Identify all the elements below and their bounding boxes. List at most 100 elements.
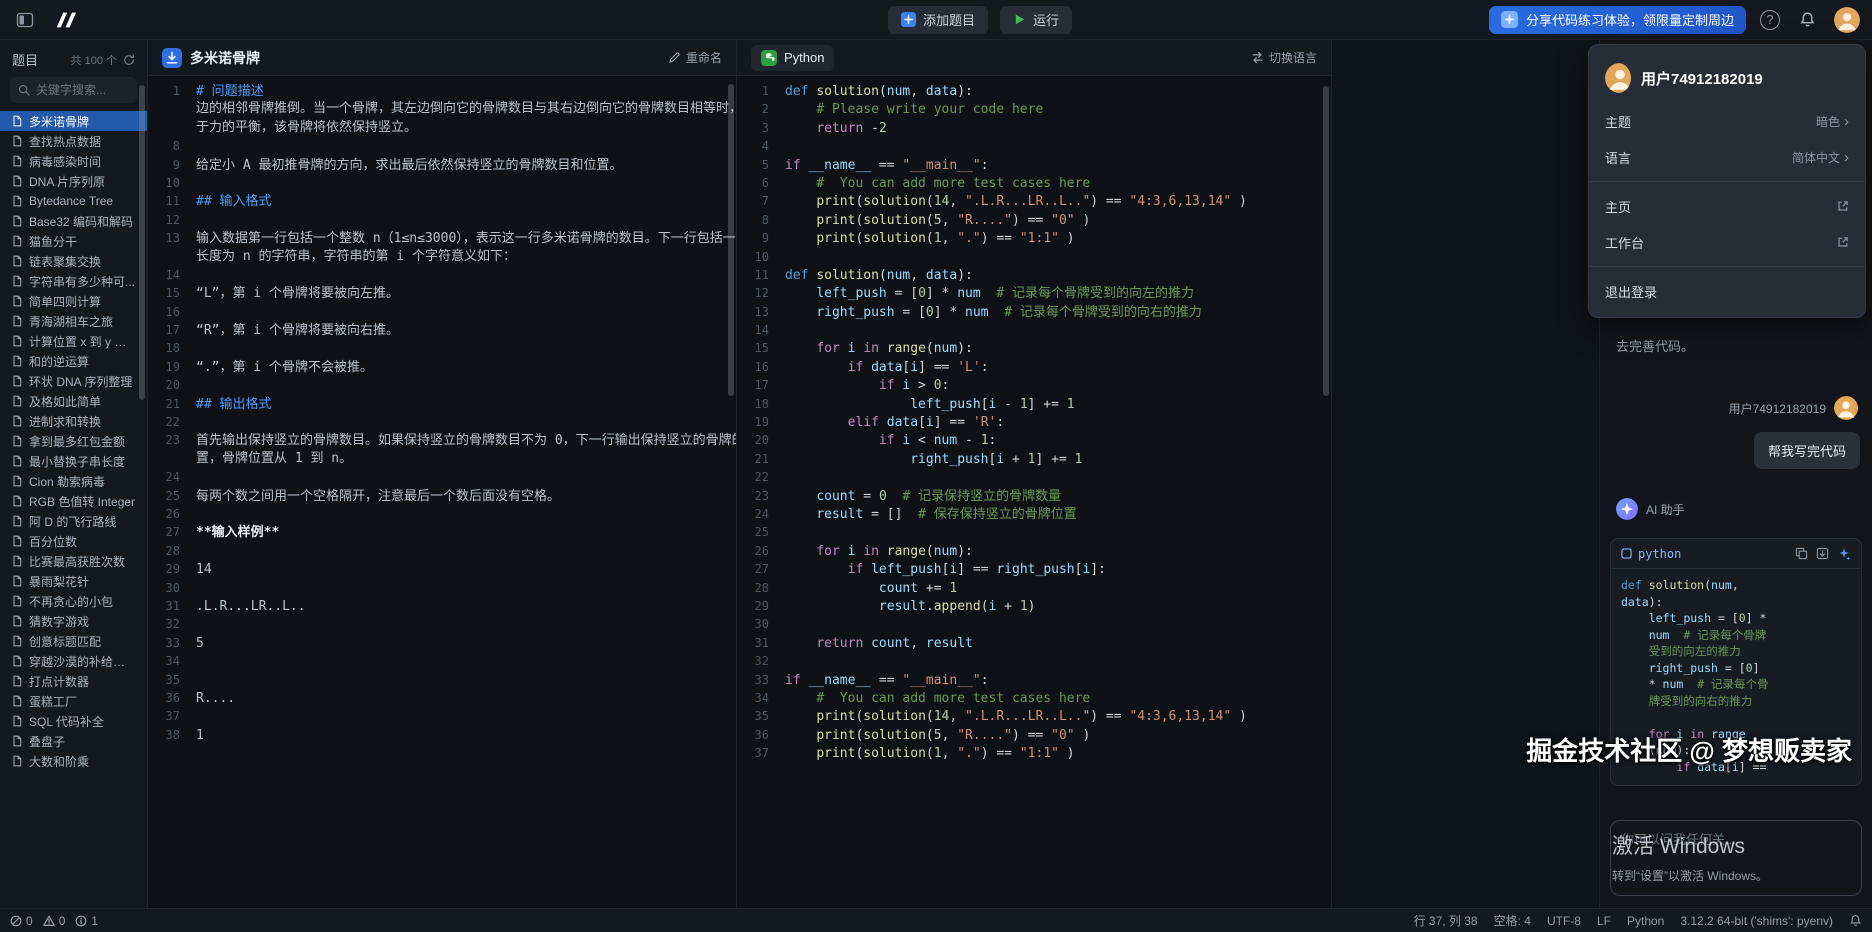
sidebar-item-label: 及格如此简单 [29, 393, 101, 410]
interpreter-info[interactable]: 3.12.2 64-bit ('shims': pyenv) [1680, 914, 1833, 928]
sidebar-item[interactable]: 及格如此简单 [0, 391, 147, 411]
errors-status[interactable]: 0 [10, 914, 33, 928]
sidebar-item[interactable]: 链表聚集交换 [0, 251, 147, 271]
line-number: 17 [148, 321, 196, 339]
indentation-setting[interactable]: 空格: 4 [1494, 912, 1531, 929]
description-line: 21## 输出格式 [148, 395, 736, 413]
sidebar-item-label: Base32 编码和解码 [29, 213, 133, 230]
scrollbar-thumb[interactable] [728, 84, 734, 396]
share-banner[interactable]: 分享代码练习体验，领限量定制周边 [1489, 6, 1746, 34]
description-editor[interactable]: 1# 问题描述边的相邻骨牌推倒。当一个骨牌，其左边倒向它的骨牌数目与其右边倒向它… [148, 76, 736, 908]
sidebar-item-label: 和的逆运算 [29, 353, 89, 370]
error-icon [10, 915, 22, 927]
sidebar-item-label: 猫鱼分干 [29, 233, 77, 250]
document-icon [11, 535, 23, 547]
line-number: 10 [148, 174, 196, 192]
sidebar-item[interactable]: 比赛最高获胜次数 [0, 551, 147, 571]
bell-icon[interactable] [1849, 914, 1862, 927]
line-number: 6 [737, 174, 785, 192]
sidebar-item[interactable]: 暴雨梨花针 [0, 571, 147, 591]
insert-code-icon[interactable] [1816, 547, 1829, 560]
sidebar-item[interactable]: 穿越沙漠的补给次数 [0, 651, 147, 671]
sidebar-item[interactable]: 叠盘子 [0, 731, 147, 751]
document-icon [11, 355, 23, 367]
sidebar-item[interactable]: Cion 勒索病毒 [0, 471, 147, 491]
chat-user-avatar [1834, 396, 1860, 420]
add-problem-button[interactable]: 添加题目 [888, 6, 988, 34]
chat-input[interactable] [1621, 829, 1851, 887]
sidebar-item[interactable]: 字符串有多少种可... [0, 271, 147, 291]
sidebar-item[interactable]: 不再贪心的小包 [0, 591, 147, 611]
ai-code-line: 受到的向左的推力 [1621, 643, 1851, 660]
switch-language-button[interactable]: 切换语言 [1251, 49, 1317, 66]
sidebar-item-label: 猜数字游戏 [29, 613, 89, 630]
menu-item-theme[interactable]: 主题 暗色› [1589, 103, 1865, 139]
sidebar-item[interactable]: 青海湖相车之旅 [0, 311, 147, 331]
warnings-status[interactable]: 0 [43, 914, 66, 928]
user-dropdown-menu: 用户74912182019 主题 暗色› 语言 简体中文› 主页 工作台 退出登… [1588, 44, 1866, 318]
search-input[interactable] [36, 83, 129, 97]
sidebar-item[interactable]: 百分位数 [0, 531, 147, 551]
ai-code-line: (num): [1621, 742, 1851, 759]
logo-icon [50, 9, 80, 31]
help-button[interactable]: ? [1760, 10, 1780, 30]
menu-item-home[interactable]: 主页 [1589, 188, 1865, 224]
menu-item-logout[interactable]: 退出登录 [1589, 273, 1865, 309]
sidebar-item[interactable]: 蛋糕工厂 [0, 691, 147, 711]
sidebar-item[interactable]: 查找热点数据 [0, 131, 147, 151]
sidebar-item[interactable]: Base32 编码和解码 [0, 211, 147, 231]
description-line: 32 [148, 615, 736, 633]
eol-setting[interactable]: LF [1597, 914, 1611, 928]
play-icon [1013, 13, 1026, 26]
sidebar-item[interactable]: 打点计数器 [0, 671, 147, 691]
sidebar-item[interactable]: SQL 代码补全 [0, 711, 147, 731]
refresh-icon[interactable] [123, 54, 135, 66]
sidebar-item-label: 打点计数器 [29, 673, 89, 690]
language-mode[interactable]: Python [1627, 914, 1664, 928]
document-icon [11, 115, 23, 127]
run-button[interactable]: 运行 [1000, 6, 1072, 34]
sidebar-item[interactable]: 最小替换子串长度 [0, 451, 147, 471]
encoding-setting[interactable]: UTF-8 [1547, 914, 1581, 928]
scrollbar-thumb[interactable] [139, 85, 145, 400]
ai-code-line: * num # 记录每个骨 [1621, 676, 1851, 693]
sidebar-item[interactable]: DNA 片序列原 [0, 171, 147, 191]
code-line: 3 return -2 [737, 119, 1331, 137]
notifications-button[interactable] [1794, 7, 1820, 33]
info-status[interactable]: 1 [75, 914, 98, 928]
sidebar-item[interactable]: 进制求和转换 [0, 411, 147, 431]
sidebar-item[interactable]: 环状 DNA 序列整理 [0, 371, 147, 391]
line-number: 34 [148, 652, 196, 670]
problem-description-panel: 多米诺骨牌 重命名 1# 问题描述边的相邻骨牌推倒。当一个骨牌，其左边倒向它的骨… [148, 40, 737, 908]
sidebar-item[interactable]: RGB 色值转 Integer [0, 491, 147, 511]
sidebar-item[interactable]: 阿 D 的飞行路线 [0, 511, 147, 531]
python-code-editor[interactable]: 1def solution(num, data):2 # Please writ… [737, 76, 1331, 908]
ai-code-line: num # 记录每个骨牌 [1621, 627, 1851, 644]
sidebar-item[interactable]: 简单四则计算 [0, 291, 147, 311]
toggle-sidebar-button[interactable] [12, 7, 38, 33]
line-number: 8 [148, 137, 196, 155]
sidebar-item[interactable]: 猜数字游戏 [0, 611, 147, 631]
topbar: 添加题目 运行 分享代码练习体验，领限量定制周边 ? [0, 0, 1872, 40]
sidebar-item[interactable]: 创意标题匹配 [0, 631, 147, 651]
user-avatar[interactable] [1834, 7, 1860, 33]
menu-item-workspace[interactable]: 工作台 [1589, 224, 1865, 260]
sidebar-item[interactable]: 大数和阶乘 [0, 751, 147, 771]
home-label: 主页 [1605, 197, 1631, 216]
sidebar-item[interactable]: Bytedance Tree [0, 191, 147, 211]
sidebar-item[interactable]: 多米诺骨牌 [0, 111, 147, 131]
sidebar-item[interactable]: 拿到最多红包金额 [0, 431, 147, 451]
line-number: 18 [148, 339, 196, 357]
sidebar-item[interactable]: 猫鱼分干 [0, 231, 147, 251]
sidebar-item[interactable]: 病毒感染时间 [0, 151, 147, 171]
menu-item-language[interactable]: 语言 简体中文› [1589, 139, 1865, 175]
sidebar-item[interactable]: 和的逆运算 [0, 351, 147, 371]
scrollbar-thumb[interactable] [1323, 86, 1329, 396]
rename-button[interactable]: 重命名 [668, 49, 722, 66]
copy-icon[interactable] [1795, 547, 1808, 560]
sidebar-item[interactable]: 计算位置 x 到 y 的... [0, 331, 147, 351]
cursor-position[interactable]: 行 37, 列 38 [1414, 912, 1478, 929]
description-line: 于力的平衡，该骨牌将依然保持竖立。 [148, 119, 736, 137]
ai-code-line [1621, 709, 1851, 726]
sparkle-icon[interactable] [1837, 547, 1851, 561]
